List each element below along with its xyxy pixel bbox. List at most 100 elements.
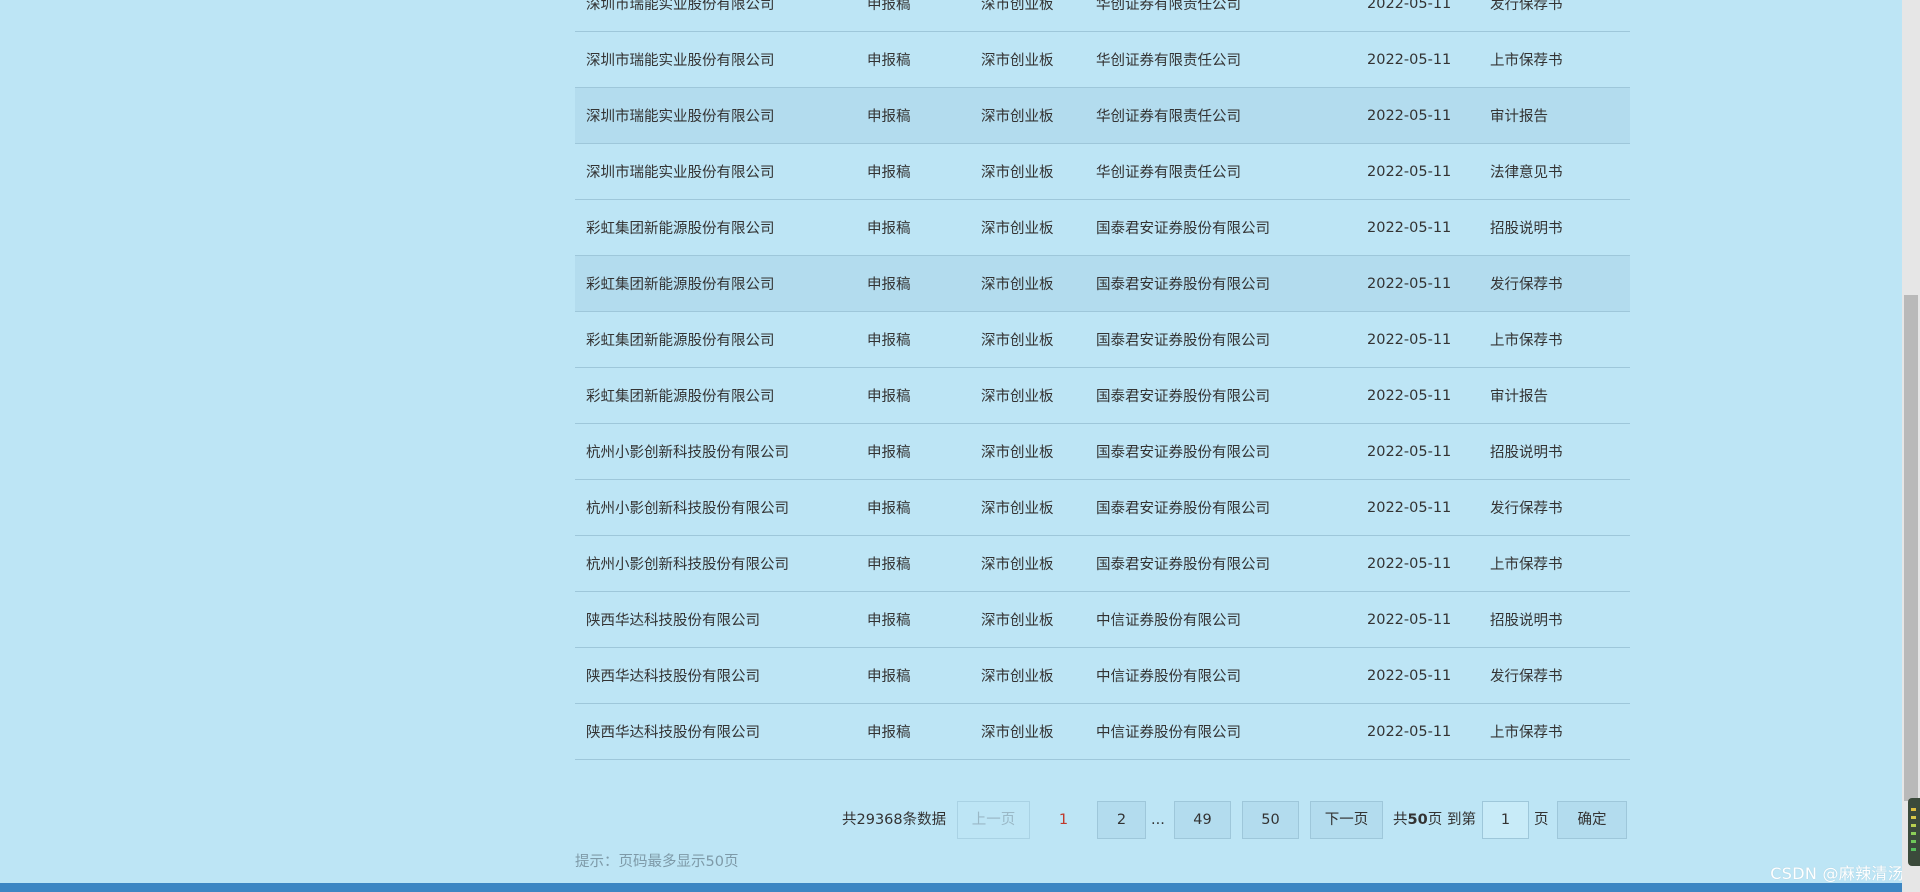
table-row[interactable]: 杭州小影创新科技股份有限公司 申报稿 深市创业板 国泰君安证券股份有限公司 2022-0… xyxy=(575,535,1630,592)
cell-board: 深市创业板 xyxy=(970,143,1085,200)
cell-company[interactable]: 陕西华达科技股份有限公司 xyxy=(575,647,856,704)
table-row[interactable]: 彩虹集团新能源股份有限公司 申报稿 深市创业板 国泰君安证券股份有限公司 2022-05… xyxy=(575,199,1630,256)
cell-date: 2022-05-11 xyxy=(1356,255,1479,312)
cell-status: 申报稿 xyxy=(856,143,970,200)
cell-status: 申报稿 xyxy=(856,591,970,648)
cell-board: 深市创业板 xyxy=(970,31,1085,88)
page-50-button[interactable]: 50 xyxy=(1242,801,1299,839)
cell-company[interactable]: 杭州小影创新科技股份有限公司 xyxy=(575,423,856,480)
watermark: CSDN @麻辣清汤 xyxy=(1770,864,1904,883)
table-row[interactable]: 彩虹集团新能源股份有限公司 申报稿 深市创业板 国泰君安证券股份有限公司 2022-05… xyxy=(575,367,1630,424)
speed-bar xyxy=(1911,848,1916,851)
next-page-button[interactable]: 下一页 xyxy=(1310,801,1383,839)
speed-bar xyxy=(1911,816,1916,819)
cell-doc-type[interactable]: 发行保荐书 xyxy=(1479,0,1630,32)
cell-doc-type[interactable]: 上市保荐书 xyxy=(1479,535,1630,592)
table-row[interactable]: 杭州小影创新科技股份有限公司 申报稿 深市创业板 国泰君安证券股份有限公司 2022-0… xyxy=(575,479,1630,536)
network-speed-widget xyxy=(1908,798,1920,866)
table-row[interactable]: 陕西华达科技股份有限公司 申报稿 深市创业板 中信证券股份有限公司 2022-05-11… xyxy=(575,647,1630,704)
confirm-button[interactable]: 确定 xyxy=(1557,801,1627,839)
cell-company[interactable]: 彩虹集团新能源股份有限公司 xyxy=(575,199,856,256)
goto-suffix-label: 页 xyxy=(1534,812,1549,828)
vertical-scrollbar[interactable] xyxy=(1902,0,1920,892)
cell-company[interactable]: 深圳市瑞能实业股份有限公司 xyxy=(575,143,856,200)
table-row[interactable]: 陕西华达科技股份有限公司 申报稿 深市创业板 中信证券股份有限公司 2022-05-11… xyxy=(575,703,1630,760)
table-row[interactable]: 彩虹集团新能源股份有限公司 申报稿 深市创业板 国泰君安证券股份有限公司 2022-05… xyxy=(575,311,1630,368)
cell-sponsor: 国泰君安证券股份有限公司 xyxy=(1085,479,1356,536)
cell-board: 深市创业板 xyxy=(970,0,1085,32)
cell-status: 申报稿 xyxy=(856,647,970,704)
speed-bar xyxy=(1911,824,1916,827)
pagination: 共29368条数据 上一页 1 2 ... 49 50 下一页 共50页 到第 … xyxy=(0,801,1920,839)
scrollbar-thumb[interactable] xyxy=(1904,295,1918,801)
table-body: 深圳市瑞能实业股份有限公司 申报稿 深市创业板 华创证券有限责任公司 2022-05-1… xyxy=(575,0,1630,760)
cell-doc-type[interactable]: 上市保荐书 xyxy=(1479,311,1630,368)
cell-company[interactable]: 杭州小影创新科技股份有限公司 xyxy=(575,479,856,536)
cell-sponsor: 国泰君安证券股份有限公司 xyxy=(1085,423,1356,480)
speed-bar xyxy=(1911,840,1916,843)
cell-board: 深市创业板 xyxy=(970,87,1085,144)
speed-bar xyxy=(1911,808,1916,811)
cell-doc-type[interactable]: 法律意见书 xyxy=(1479,143,1630,200)
goto-page-input[interactable] xyxy=(1482,801,1529,839)
total-pages-prefix: 共 xyxy=(1393,812,1408,828)
cell-status: 申报稿 xyxy=(856,535,970,592)
cell-company[interactable]: 彩虹集团新能源股份有限公司 xyxy=(575,311,856,368)
table-row[interactable]: 深圳市瑞能实业股份有限公司 申报稿 深市创业板 华创证券有限责任公司 2022-05-1… xyxy=(575,0,1630,32)
cell-date: 2022-05-11 xyxy=(1356,311,1479,368)
cell-sponsor: 华创证券有限责任公司 xyxy=(1085,87,1356,144)
goto-prefix-label: 到第 xyxy=(1447,812,1476,828)
cell-doc-type[interactable]: 上市保荐书 xyxy=(1479,703,1630,760)
table-row[interactable]: 深圳市瑞能实业股份有限公司 申报稿 深市创业板 华创证券有限责任公司 2022-05-1… xyxy=(575,143,1630,200)
cell-status: 申报稿 xyxy=(856,31,970,88)
cell-status: 申报稿 xyxy=(856,255,970,312)
cell-doc-type[interactable]: 招股说明书 xyxy=(1479,199,1630,256)
cell-doc-type[interactable]: 招股说明书 xyxy=(1479,591,1630,648)
speed-bar xyxy=(1911,832,1916,835)
cell-company[interactable]: 陕西华达科技股份有限公司 xyxy=(575,703,856,760)
table-row[interactable]: 深圳市瑞能实业股份有限公司 申报稿 深市创业板 华创证券有限责任公司 2022-05-1… xyxy=(575,87,1630,144)
cell-status: 申报稿 xyxy=(856,367,970,424)
cell-board: 深市创业板 xyxy=(970,311,1085,368)
table-row[interactable]: 彩虹集团新能源股份有限公司 申报稿 深市创业板 国泰君安证券股份有限公司 2022-05… xyxy=(575,255,1630,312)
cell-board: 深市创业板 xyxy=(970,591,1085,648)
cell-status: 申报稿 xyxy=(856,423,970,480)
cell-doc-type[interactable]: 上市保荐书 xyxy=(1479,31,1630,88)
cell-board: 深市创业板 xyxy=(970,647,1085,704)
cell-board: 深市创业板 xyxy=(970,367,1085,424)
cell-company[interactable]: 彩虹集团新能源股份有限公司 xyxy=(575,367,856,424)
table-row[interactable]: 杭州小影创新科技股份有限公司 申报稿 深市创业板 国泰君安证券股份有限公司 2022-0… xyxy=(575,423,1630,480)
cell-company[interactable]: 深圳市瑞能实业股份有限公司 xyxy=(575,31,856,88)
cell-company[interactable]: 深圳市瑞能实业股份有限公司 xyxy=(575,0,856,32)
cell-sponsor: 华创证券有限责任公司 xyxy=(1085,31,1356,88)
cell-status: 申报稿 xyxy=(856,703,970,760)
cell-doc-type[interactable]: 审计报告 xyxy=(1479,367,1630,424)
table-row[interactable]: 陕西华达科技股份有限公司 申报稿 深市创业板 中信证券股份有限公司 2022-05-11… xyxy=(575,591,1630,648)
cell-company[interactable]: 彩虹集团新能源股份有限公司 xyxy=(575,255,856,312)
total-pages-value: 50 xyxy=(1407,812,1428,828)
cell-board: 深市创业板 xyxy=(970,703,1085,760)
cell-company[interactable]: 深圳市瑞能实业股份有限公司 xyxy=(575,87,856,144)
table-row[interactable]: 深圳市瑞能实业股份有限公司 申报稿 深市创业板 华创证券有限责任公司 2022-05-1… xyxy=(575,31,1630,88)
cell-date: 2022-05-11 xyxy=(1356,31,1479,88)
cell-company[interactable]: 陕西华达科技股份有限公司 xyxy=(575,591,856,648)
cell-date: 2022-05-11 xyxy=(1356,0,1479,32)
cell-doc-type[interactable]: 审计报告 xyxy=(1479,87,1630,144)
page-1-current[interactable]: 1 xyxy=(1040,801,1087,839)
cell-doc-type[interactable]: 发行保荐书 xyxy=(1479,647,1630,704)
cell-doc-type[interactable]: 招股说明书 xyxy=(1479,423,1630,480)
cell-company[interactable]: 杭州小影创新科技股份有限公司 xyxy=(575,535,856,592)
page-49-button[interactable]: 49 xyxy=(1174,801,1231,839)
cell-board: 深市创业板 xyxy=(970,479,1085,536)
cell-doc-type[interactable]: 发行保荐书 xyxy=(1479,479,1630,536)
cell-status: 申报稿 xyxy=(856,87,970,144)
cell-sponsor: 中信证券股份有限公司 xyxy=(1085,591,1356,648)
page-2-button[interactable]: 2 xyxy=(1097,801,1146,839)
cell-sponsor: 国泰君安证券股份有限公司 xyxy=(1085,255,1356,312)
cell-status: 申报稿 xyxy=(856,199,970,256)
cell-board: 深市创业板 xyxy=(970,423,1085,480)
cell-date: 2022-05-11 xyxy=(1356,199,1479,256)
cell-doc-type[interactable]: 发行保荐书 xyxy=(1479,255,1630,312)
cell-date: 2022-05-11 xyxy=(1356,703,1479,760)
prev-page-button[interactable]: 上一页 xyxy=(957,801,1030,839)
